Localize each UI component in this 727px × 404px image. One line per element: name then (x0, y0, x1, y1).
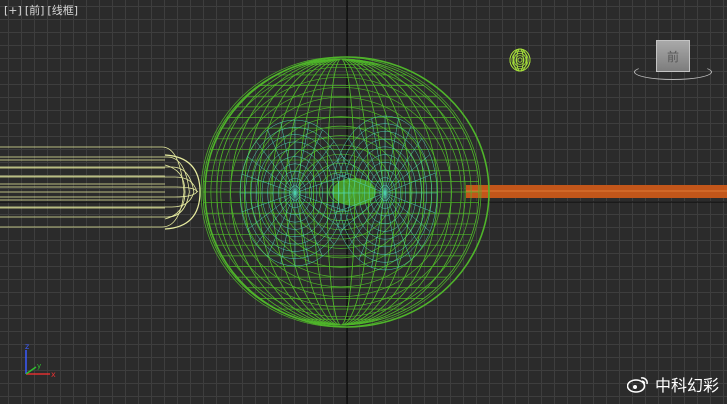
small-wire-ball[interactable] (509, 48, 531, 72)
green-wire-sphere[interactable] (200, 56, 490, 328)
viewport-label[interactable]: [+] [前] [线框] (4, 4, 78, 18)
axis-gizmo: z x y (25, 344, 56, 379)
axis-y-label: y (37, 362, 41, 370)
weibo-icon (626, 377, 648, 393)
watermark: 中科幻彩 (626, 372, 719, 396)
viewcube[interactable]: 前 (632, 38, 712, 82)
axis-x-label: x (51, 370, 56, 379)
viewport-front-wireframe[interactable]: [+] [前] [线框] 前 z x y 中科幻彩 (0, 0, 727, 404)
axis-z-label: z (25, 344, 29, 351)
wireframe-scene[interactable] (0, 0, 727, 404)
viewport-view-front[interactable]: [前] (25, 4, 45, 18)
yellow-wire-cylinder[interactable] (0, 146, 201, 230)
viewcube-face[interactable]: 前 (656, 40, 690, 72)
watermark-text: 中科幻彩 (654, 376, 719, 395)
viewport-menu-plus[interactable]: [+] (4, 4, 22, 18)
viewport-shading-wireframe[interactable]: [线框] (47, 4, 78, 18)
